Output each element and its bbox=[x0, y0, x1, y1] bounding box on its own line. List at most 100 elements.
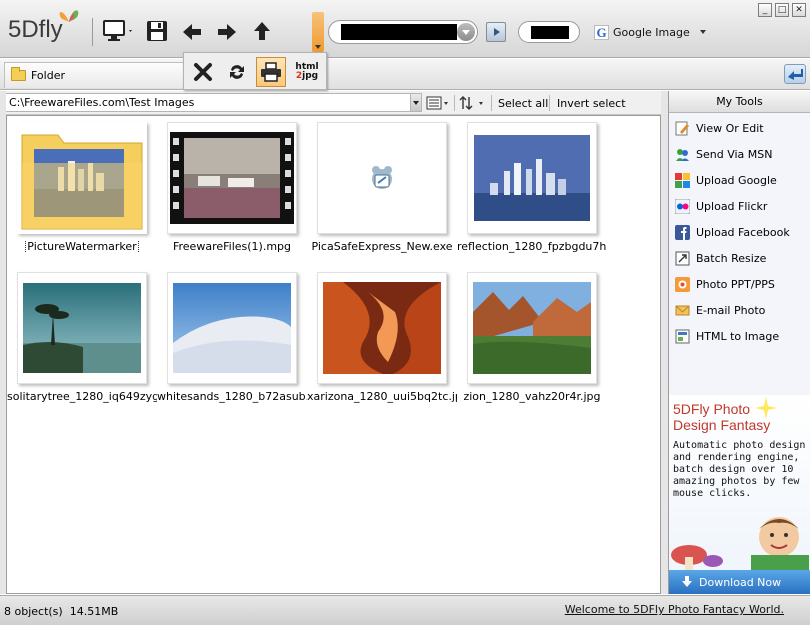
search-input[interactable] bbox=[518, 21, 580, 43]
tool-html-to-image[interactable]: HTML to Image bbox=[669, 323, 810, 349]
sort-icon bbox=[459, 96, 483, 110]
tool-send-via-msn[interactable]: Send Via MSN bbox=[669, 141, 810, 167]
file-name: reflection_1280_fpzbgdu7h.jpg bbox=[457, 240, 607, 253]
file-thumbnail bbox=[317, 122, 447, 234]
view-mode-button[interactable] bbox=[426, 94, 450, 112]
download-arrow-icon bbox=[682, 576, 692, 587]
exe-app-icon bbox=[372, 166, 392, 189]
sort-button[interactable] bbox=[459, 94, 487, 112]
rotate-button[interactable] bbox=[222, 57, 252, 87]
file-name: solitarytree_1280_iq649zyg... bbox=[7, 390, 157, 403]
up-button[interactable] bbox=[248, 17, 276, 45]
sand-photo-thumbnail bbox=[173, 283, 291, 373]
google-picasa-icon bbox=[675, 172, 690, 188]
sparkle-icon bbox=[755, 397, 777, 419]
save-button[interactable] bbox=[143, 17, 171, 45]
file-tile[interactable]: PicaSafeExpress_New.exe bbox=[307, 116, 457, 256]
list-view-icon bbox=[426, 96, 448, 110]
tab-folder[interactable]: Folder bbox=[4, 62, 184, 88]
html2jpg-icon: html 2jpg bbox=[295, 62, 319, 81]
return-button[interactable] bbox=[784, 64, 806, 84]
html-to-jpg-button[interactable]: html 2jpg bbox=[292, 57, 322, 87]
video-film-icon bbox=[170, 132, 294, 224]
folder-icon bbox=[11, 67, 26, 81]
forward-button[interactable] bbox=[213, 18, 241, 46]
monitor-button[interactable] bbox=[100, 17, 138, 45]
more-tools-toggle[interactable] bbox=[312, 12, 324, 52]
minimize-button[interactable]: _ bbox=[758, 3, 772, 17]
back-button[interactable] bbox=[178, 18, 206, 46]
file-thumbnail bbox=[317, 272, 447, 384]
file-name: xarizona_1280_uui5bq2tc.jpg bbox=[307, 390, 457, 403]
path-bar: C:\FreewareFiles.com\Test Images Select … bbox=[0, 91, 666, 115]
extra-tools-popup: html 2jpg bbox=[183, 52, 327, 90]
file-tile[interactable]: xarizona_1280_uui5bq2tc.jpg bbox=[307, 266, 457, 406]
address-combo[interactable] bbox=[328, 20, 478, 44]
tree-photo-thumbnail bbox=[23, 283, 141, 373]
file-grid: PictureWatermarker FreewareFiles(1).mpg bbox=[6, 115, 661, 594]
printer-icon bbox=[261, 62, 281, 82]
my-tools-title: My Tools bbox=[669, 91, 810, 113]
print-button[interactable] bbox=[256, 57, 286, 87]
return-arrow-icon bbox=[788, 69, 803, 80]
tool-upload-google[interactable]: Upload Google bbox=[669, 167, 810, 193]
zion-photo-thumbnail bbox=[473, 282, 591, 374]
ppt-icon bbox=[675, 276, 690, 292]
tool-email-photo[interactable]: E-mail Photo bbox=[669, 297, 810, 323]
search-engine-label: Google Image bbox=[613, 25, 690, 39]
file-tile[interactable]: FreewareFiles(1).mpg bbox=[157, 116, 307, 256]
status-info: 8 object(s) 14.51MB bbox=[4, 605, 118, 618]
promo-description: Automatic photo design and rendering eng… bbox=[673, 440, 806, 499]
file-tile[interactable]: whitesands_1280_b72asub... bbox=[157, 266, 307, 406]
promo-banner[interactable]: 5DFly Photo Design Fantasy Automatic pho… bbox=[669, 395, 810, 594]
file-thumbnail bbox=[17, 122, 147, 234]
main-toolbar: 5Dfly G Google Image _ □ ✕ bbox=[0, 0, 810, 58]
up-arrow-icon bbox=[254, 22, 270, 40]
monitor-icon bbox=[103, 20, 132, 41]
app-logo: 5Dfly bbox=[8, 10, 79, 44]
back-arrow-icon bbox=[183, 24, 201, 40]
file-tile[interactable]: reflection_1280_fpzbgdu7h.jpg bbox=[457, 116, 607, 256]
download-now-button[interactable]: Download Now bbox=[669, 570, 810, 594]
path-dropdown-icon[interactable] bbox=[410, 94, 421, 111]
tool-upload-facebook[interactable]: Upload Facebook bbox=[669, 219, 810, 245]
delete-button[interactable] bbox=[188, 57, 218, 87]
file-name: FreewareFiles(1).mpg bbox=[172, 240, 292, 253]
total-size: 14.51MB bbox=[69, 605, 119, 618]
object-count: 8 object(s) bbox=[4, 605, 63, 618]
my-tools-panel: My Tools View Or Edit Send Via MSN Uploa… bbox=[668, 91, 810, 594]
close-button[interactable]: ✕ bbox=[792, 3, 806, 17]
facebook-icon bbox=[675, 224, 690, 240]
invert-select-button[interactable]: Invert select bbox=[557, 94, 626, 112]
maximize-button[interactable]: □ bbox=[775, 3, 789, 17]
tool-photo-ppt[interactable]: Photo PPT/PPS bbox=[669, 271, 810, 297]
search-engine-selector[interactable]: G Google Image bbox=[594, 24, 706, 40]
address-dropdown-icon[interactable] bbox=[457, 23, 475, 41]
path-combo[interactable]: C:\FreewareFiles.com\Test Images bbox=[4, 93, 422, 112]
redacted-search bbox=[531, 26, 569, 39]
toolbar-separator bbox=[92, 18, 93, 46]
tool-view-or-edit[interactable]: View Or Edit bbox=[669, 115, 810, 141]
go-button[interactable] bbox=[486, 22, 506, 42]
file-thumbnail bbox=[167, 272, 297, 384]
tool-batch-resize[interactable]: Batch Resize bbox=[669, 245, 810, 271]
file-tile[interactable]: solitarytree_1280_iq649zyg... bbox=[7, 266, 157, 406]
file-thumbnail bbox=[17, 272, 147, 384]
file-thumbnail bbox=[167, 122, 297, 234]
html-image-icon bbox=[675, 329, 690, 344]
tool-upload-flickr[interactable]: Upload Flickr bbox=[669, 193, 810, 219]
butterfly-logo-icon bbox=[59, 10, 79, 22]
canyon-photo-thumbnail bbox=[323, 282, 441, 374]
file-name: PicaSafeExpress_New.exe bbox=[311, 240, 453, 253]
redacted-address bbox=[341, 24, 457, 40]
file-name: zion_1280_vahz20r4r.jpg bbox=[463, 390, 601, 403]
file-tile[interactable]: zion_1280_vahz20r4r.jpg bbox=[457, 266, 607, 406]
welcome-link[interactable]: Welcome to 5DFly Photo Fantacy World. bbox=[565, 603, 784, 616]
right-splitter[interactable] bbox=[661, 91, 668, 594]
save-icon bbox=[147, 21, 167, 41]
file-tile[interactable]: PictureWatermarker bbox=[7, 116, 157, 256]
close-x-icon bbox=[194, 63, 212, 81]
refresh-icon bbox=[230, 65, 244, 79]
select-all-button[interactable]: Select all bbox=[498, 94, 548, 112]
google-icon: G bbox=[594, 24, 609, 40]
